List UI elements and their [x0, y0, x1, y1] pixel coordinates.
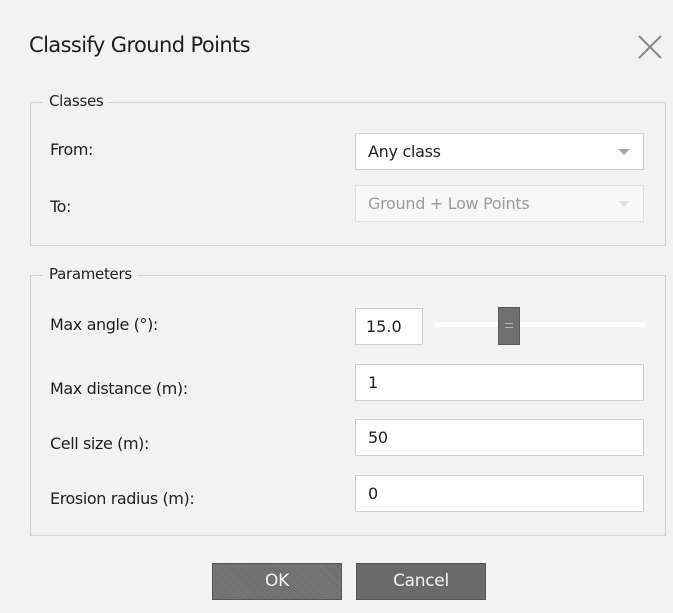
- grip-line: [504, 327, 513, 328]
- to-label: To:: [50, 197, 72, 216]
- erosion-radius-label: Erosion radius (m):: [50, 489, 195, 508]
- close-icon[interactable]: [636, 33, 664, 61]
- max-distance-label: Max distance (m):: [50, 379, 188, 398]
- max-distance-input[interactable]: 1: [355, 364, 644, 401]
- classes-group: Classes: [30, 92, 666, 246]
- parameters-legend: Parameters: [43, 265, 137, 283]
- max-angle-slider-track[interactable]: [435, 322, 645, 327]
- erosion-radius-input[interactable]: 0: [355, 475, 644, 512]
- to-class-value: Ground + Low Points: [368, 194, 530, 213]
- from-class-value: Any class: [368, 142, 441, 161]
- classify-ground-points-dialog: Classify Ground Points Classes From: Any…: [0, 0, 673, 613]
- classes-legend: Classes: [43, 92, 109, 110]
- cancel-button[interactable]: Cancel: [356, 563, 486, 600]
- from-label: From:: [50, 140, 94, 159]
- chevron-down-icon: [618, 149, 630, 155]
- ok-button[interactable]: OK: [212, 563, 342, 600]
- cell-size-label: Cell size (m):: [50, 434, 149, 453]
- dialog-title: Classify Ground Points: [29, 33, 251, 57]
- chevron-down-icon: [618, 201, 630, 207]
- cell-size-input[interactable]: 50: [355, 419, 644, 456]
- to-class-select: Ground + Low Points: [355, 185, 644, 222]
- max-angle-input[interactable]: 15.0: [355, 308, 423, 345]
- grip-line: [504, 323, 513, 324]
- from-class-select[interactable]: Any class: [355, 133, 644, 170]
- max-angle-label: Max angle (°):: [50, 315, 158, 334]
- max-angle-slider-handle[interactable]: [497, 307, 520, 345]
